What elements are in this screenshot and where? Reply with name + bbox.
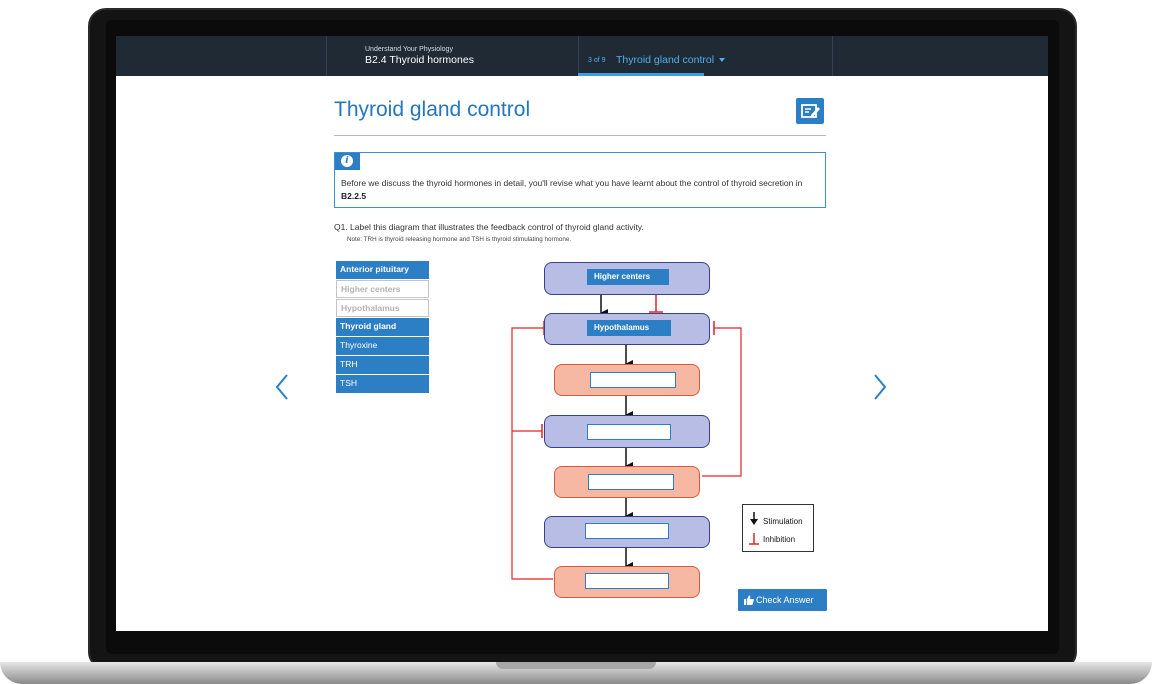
page-count: 3 of 9 [588, 57, 606, 64]
diagram-box-hormone-2 [554, 466, 700, 498]
course-breadcrumb[interactable]: Understand Your Physiology B2.4 Thyroid … [365, 45, 474, 67]
drop-slot-empty[interactable] [587, 424, 671, 440]
diagram-legend: Stimulation Inhibition [742, 504, 814, 552]
course-subtitle: Understand Your Physiology [365, 46, 453, 53]
label-thyroxine[interactable]: Thyroxine [336, 337, 429, 355]
thumbs-up-icon [744, 595, 754, 605]
app-screen: Understand Your Physiology B2.4 Thyroid … [116, 36, 1048, 631]
chevron-right-icon[interactable] [872, 373, 888, 401]
drop-slot-empty[interactable] [590, 372, 676, 388]
page-selector-tab[interactable]: 3 of 9 Thyroid gland control [578, 36, 726, 76]
label-trh[interactable]: TRH [336, 356, 429, 374]
label-tsh[interactable]: TSH [336, 375, 429, 393]
check-answer-label: Check Answer [756, 595, 814, 605]
legend-inhibition: Inhibition [763, 535, 796, 544]
page-selector-label: Thyroid gland control [616, 54, 726, 66]
check-answer-button[interactable]: Check Answer [738, 589, 827, 611]
info-text: Before we discuss the thyroid hormones i… [341, 178, 803, 201]
question-note: Note: TRH is thyroid releasing hormone a… [347, 236, 572, 243]
heading-divider [334, 135, 826, 136]
legend-symbols [749, 512, 759, 545]
caret-down-icon [719, 58, 726, 63]
drop-slot-empty[interactable] [585, 523, 669, 539]
page-title: Thyroid gland control [334, 98, 531, 121]
diagram-box-gland-3 [544, 516, 710, 548]
drop-slot-empty[interactable] [588, 474, 674, 490]
edit-notes-button[interactable] [796, 98, 824, 124]
laptop-notch [496, 662, 656, 669]
diagram-box-gland-2 [544, 415, 710, 448]
info-box: i Before we discuss the thyroid hormones… [334, 152, 826, 208]
diagram-box-hormone-3 [554, 566, 700, 598]
legend-stimulation: Stimulation [763, 517, 803, 526]
label-anterior-pituitary[interactable]: Anterior pituitary [336, 261, 429, 279]
question-text: Q1. Label this diagram that illustrates … [334, 222, 644, 232]
diagram-box-hormone-1 [554, 364, 700, 396]
drop-slot-higher-centers[interactable]: Higher centers [587, 269, 669, 285]
edit-icon [801, 104, 820, 118]
label-hypothalamus[interactable]: Hypothalamus [336, 299, 429, 317]
drop-slot-hypothalamus[interactable]: Hypothalamus [587, 320, 671, 336]
diagram-box-hypothalamus: Hypothalamus [544, 313, 710, 345]
drop-slot-empty[interactable] [585, 573, 669, 589]
top-bar: Understand Your Physiology B2.4 Thyroid … [116, 36, 1048, 76]
laptop-mockup: Understand Your Physiology B2.4 Thyroid … [0, 0, 1152, 684]
info-badge: i [335, 153, 360, 170]
label-bank: Anterior pituitary Higher centers Hypoth… [336, 261, 429, 394]
label-higher-centers[interactable]: Higher centers [336, 280, 429, 298]
diagram-box-higher-centers: Higher centers [544, 262, 710, 295]
course-title: B2.4 Thyroid hormones [365, 54, 474, 66]
label-thyroid-gland[interactable]: Thyroid gland [336, 318, 429, 336]
chevron-left-icon[interactable] [274, 373, 290, 401]
info-icon: i [341, 155, 353, 167]
